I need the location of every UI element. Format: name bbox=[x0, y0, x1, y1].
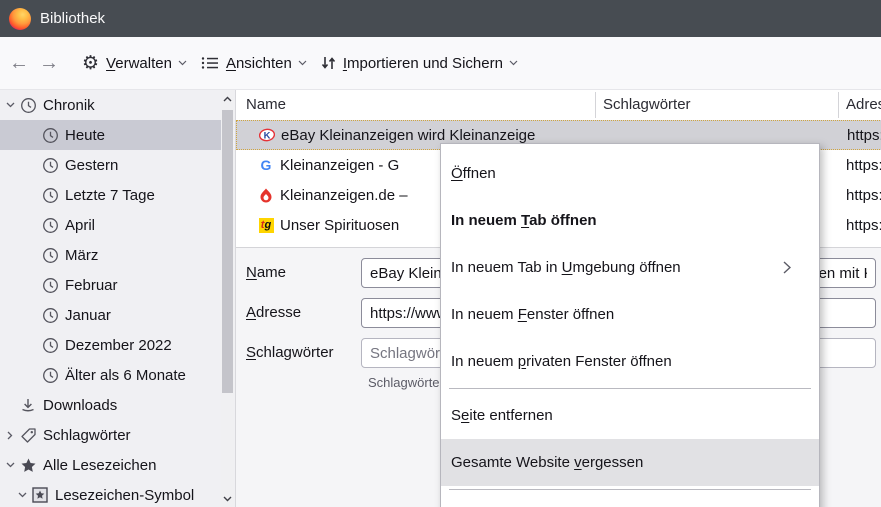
ebay-kleinanzeigen-favicon: K bbox=[259, 127, 275, 143]
tags-field-label: Schlagwörter bbox=[246, 344, 334, 361]
list-view-icon bbox=[201, 56, 219, 70]
column-divider[interactable] bbox=[595, 92, 596, 118]
firefox-logo-icon bbox=[9, 8, 31, 30]
clock-icon bbox=[40, 307, 60, 324]
chevron-right-icon[interactable] bbox=[2, 431, 18, 440]
sidebar-item-aelter-als-6-monate[interactable]: Älter als 6 Monate bbox=[0, 360, 222, 390]
clock-icon bbox=[40, 217, 60, 234]
chevron-down-icon bbox=[298, 60, 307, 66]
forward-button[interactable]: → bbox=[34, 52, 64, 75]
clock-icon bbox=[40, 277, 60, 294]
clock-icon bbox=[40, 247, 60, 264]
sidebar-item-lesezeichen-symbolleiste[interactable]: Lesezeichen-Symbol bbox=[0, 480, 222, 507]
ansichten-button[interactable]: Ansichten bbox=[201, 55, 307, 72]
sidebar-item-dezember-2022[interactable]: Dezember 2022 bbox=[0, 330, 222, 360]
clock-icon bbox=[40, 187, 60, 204]
download-icon bbox=[18, 397, 38, 413]
menu-item-oeffnen[interactable]: Öffnen bbox=[441, 150, 819, 197]
bookmark-toolbar-icon bbox=[30, 487, 50, 503]
window-title: Bibliothek bbox=[40, 10, 105, 27]
submenu-arrow-icon bbox=[783, 261, 791, 274]
sidebar-item-maerz[interactable]: März bbox=[0, 240, 222, 270]
sidebar-item-gestern[interactable]: Gestern bbox=[0, 150, 222, 180]
svg-text:K: K bbox=[264, 131, 271, 142]
clock-icon bbox=[18, 97, 38, 114]
chevron-down-icon[interactable] bbox=[2, 462, 18, 468]
sidebar-item-heute[interactable]: Heute bbox=[0, 120, 222, 150]
kleinanzeigen-flame-favicon bbox=[258, 187, 274, 203]
sidebar-item-schlagwoerter[interactable]: Schlagwörter bbox=[0, 420, 222, 450]
context-menu: Öffnen In neuem Tab öffnen In neuem Tab … bbox=[440, 143, 820, 507]
sidebar-item-april[interactable]: April bbox=[0, 210, 222, 240]
menu-item-seite-entfernen[interactable]: Seite entfernen bbox=[441, 392, 819, 439]
menu-item-in-neuem-tab-oeffnen[interactable]: In neuem Tab öffnen bbox=[441, 197, 819, 244]
titlebar: Bibliothek bbox=[0, 0, 881, 37]
sidebar-scrollbar[interactable] bbox=[221, 90, 234, 507]
sidebar: Chronik Heute Gestern Letzte 7 Tage bbox=[0, 90, 235, 507]
address-field-label: Adresse bbox=[246, 304, 301, 321]
menu-item-gesamte-website-vergessen[interactable]: Gesamte Website vergessen bbox=[441, 439, 819, 486]
scroll-down-icon[interactable] bbox=[221, 496, 234, 502]
tg-favicon: tg bbox=[258, 217, 274, 233]
chevron-down-icon[interactable] bbox=[2, 102, 18, 108]
gear-icon: ⚙ bbox=[82, 54, 99, 73]
tag-icon bbox=[18, 427, 38, 444]
back-button[interactable]: ← bbox=[4, 52, 34, 75]
google-favicon: G bbox=[258, 157, 274, 173]
clock-icon bbox=[40, 337, 60, 354]
clock-icon bbox=[40, 157, 60, 174]
toolbar: ← → ⚙ Verwalten Ansichten bbox=[0, 37, 881, 90]
column-header-schlagwoerter[interactable]: Schlagwörter bbox=[603, 90, 691, 120]
clock-icon bbox=[40, 367, 60, 384]
table-header: Name Schlagwörter Adresse bbox=[236, 90, 881, 120]
sidebar-item-letzte-7-tage[interactable]: Letzte 7 Tage bbox=[0, 180, 222, 210]
sidebar-item-chronik[interactable]: Chronik bbox=[0, 90, 222, 120]
sidebar-item-alle-lesezeichen[interactable]: Alle Lesezeichen bbox=[0, 450, 222, 480]
column-header-adresse[interactable]: Adresse bbox=[846, 90, 881, 120]
ansichten-label: Ansichten bbox=[226, 55, 292, 72]
sidebar-item-februar[interactable]: Februar bbox=[0, 270, 222, 300]
star-icon bbox=[18, 457, 38, 474]
import-export-icon bbox=[321, 55, 336, 71]
name-field-label: Name bbox=[246, 264, 286, 281]
column-header-name[interactable]: Name bbox=[246, 90, 286, 120]
chevron-down-icon bbox=[509, 60, 518, 66]
clock-icon bbox=[40, 127, 60, 144]
scrollbar-thumb[interactable] bbox=[222, 110, 233, 393]
chevron-down-icon bbox=[178, 60, 187, 66]
menu-item-in-neuem-fenster-oeffnen[interactable]: In neuem Fenster öffnen bbox=[441, 291, 819, 338]
sidebar-item-downloads[interactable]: Downloads bbox=[0, 390, 222, 420]
menu-item-in-neuem-tab-in-umgebung-oeffnen[interactable]: In neuem Tab in Umgebung öffnen bbox=[441, 244, 819, 291]
importieren-button[interactable]: Importieren und Sichern bbox=[321, 55, 518, 72]
verwalten-button[interactable]: ⚙ Verwalten bbox=[82, 54, 187, 73]
scroll-up-icon[interactable] bbox=[221, 96, 234, 102]
menu-separator bbox=[449, 489, 811, 490]
library-window: Bibliothek ← → ⚙ Verwalten Ansichten bbox=[0, 0, 881, 507]
menu-separator bbox=[449, 388, 811, 389]
verwalten-label: Verwalten bbox=[106, 55, 172, 72]
sidebar-item-januar[interactable]: Januar bbox=[0, 300, 222, 330]
menu-item-in-neuem-privaten-fenster-oeffnen[interactable]: In neuem privaten Fenster öffnen bbox=[441, 338, 819, 385]
column-divider[interactable] bbox=[838, 92, 839, 118]
chevron-down-icon[interactable] bbox=[14, 492, 30, 498]
importieren-label: Importieren und Sichern bbox=[343, 55, 503, 72]
